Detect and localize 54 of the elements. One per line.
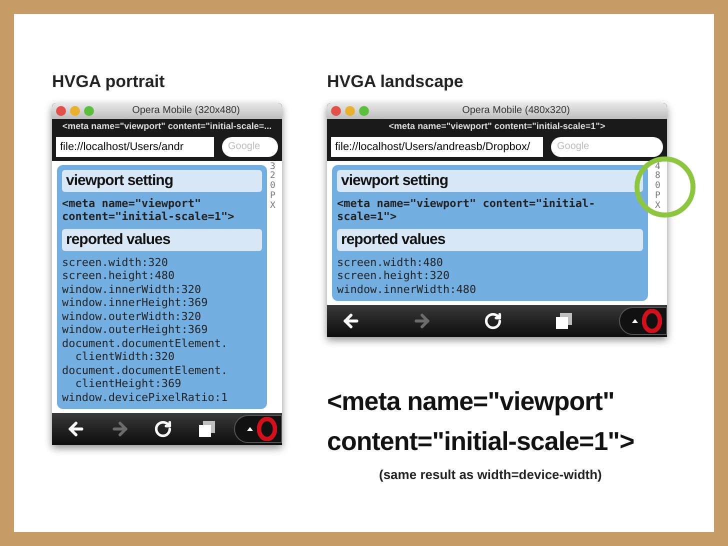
section-heading: viewport setting (337, 170, 643, 192)
caption-note: (same result as width=device-width) (379, 466, 603, 484)
o-logo-icon (257, 417, 277, 441)
code-line: screen.width:320 (62, 256, 169, 269)
forward-icon (110, 419, 130, 439)
code-line: content="initial-scale=1"> (62, 210, 236, 224)
code-line: window.innerWidth:320 (62, 282, 202, 296)
window-title: Opera Mobile (480x320) (461, 106, 571, 116)
page-title: <meta name="viewport" content="initial-scale=1"> (388, 120, 606, 132)
code-line: <meta name="viewport" (62, 196, 202, 210)
code-line: screen.height:480 (62, 269, 176, 282)
stacked-squares-icon (198, 420, 216, 438)
stacked-squares-icon (555, 312, 573, 330)
search-field[interactable]: Google (551, 136, 663, 156)
ruler-label: 320PX (270, 162, 276, 212)
code-line: window.outerWidth:320 (62, 310, 202, 323)
page-title: <meta name="viewport" content="initial-scale=... (61, 120, 273, 132)
search-field[interactable]: Google (222, 136, 278, 156)
code-line: window.innerWidth:480 (337, 282, 478, 296)
window-title: Opera Mobile (320x480) (131, 106, 241, 116)
reload-icon (154, 420, 172, 438)
code-line: scale=1"> (337, 210, 398, 224)
panel-heading: HVGA portrait (52, 71, 166, 93)
menu-button[interactable] (619, 307, 667, 335)
code-line: screen.height:320 (337, 269, 451, 282)
address-field[interactable]: file://localhost/Users/andr (56, 136, 214, 156)
code-line: window.innerHeight:369 (62, 296, 209, 310)
ruler-label: 480PX (655, 162, 662, 212)
close-icon[interactable] (56, 106, 66, 116)
panel-heading: HVGA landscape (327, 71, 464, 93)
caption-code: content="initial-scale=1"> (327, 425, 636, 458)
code-line: screen.width:480 (337, 256, 444, 269)
address-field[interactable]: file://localhost/Users/andreasb/Dropbox/ (331, 136, 543, 156)
caption-code: <meta name="viewport" (327, 385, 616, 418)
caret-up-icon (247, 427, 253, 431)
close-icon[interactable] (331, 106, 341, 116)
section-heading: viewport setting (62, 170, 262, 192)
o-logo-icon (642, 309, 662, 333)
code-line: document.documentElement. (62, 336, 229, 350)
back-icon (66, 419, 86, 439)
caret-up-icon (632, 319, 638, 323)
code-line: window.outerHeight:369 (62, 323, 209, 336)
forward-icon (412, 311, 432, 331)
back-icon (341, 311, 361, 331)
section-heading: reported values (337, 228, 643, 250)
code-line: clientHeight:369 (74, 377, 182, 390)
menu-button[interactable] (234, 415, 282, 443)
reload-icon (484, 312, 502, 330)
code-line: document.documentElement. (62, 364, 229, 377)
code-line: window.devicePixelRatio:1 (62, 390, 229, 404)
highlight-circle (633, 154, 697, 218)
code-line: <meta name="viewport" content="initial- (337, 196, 596, 210)
section-heading: reported values (62, 228, 262, 250)
code-line: clientWidth:320 (74, 350, 176, 364)
